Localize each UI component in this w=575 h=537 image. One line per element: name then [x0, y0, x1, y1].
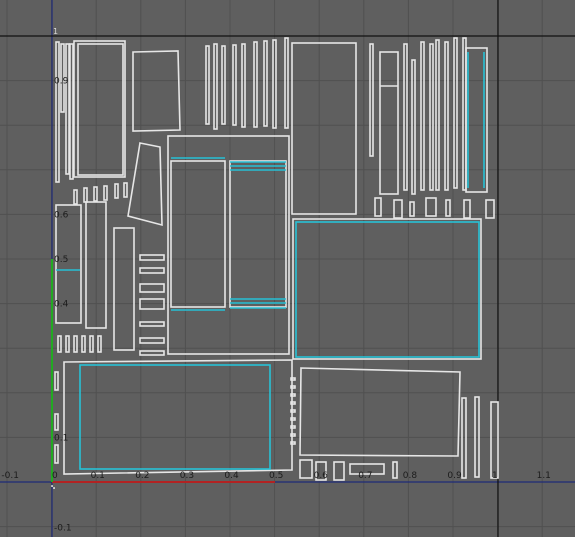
u-tick-label: 0.6 [314, 471, 329, 481]
uv-shell [445, 199, 451, 217]
uv-shell [54, 444, 59, 464]
uv-shell [127, 142, 163, 227]
uv-shell [490, 401, 499, 479]
u-tick-label: 0.9 [447, 471, 462, 481]
uv-shell [290, 425, 296, 429]
uv-shell [429, 43, 434, 191]
uv-shell [81, 335, 86, 353]
uv-shell [485, 199, 495, 219]
u-tick-label: 0.1 [91, 471, 105, 481]
uv-shell [69, 43, 74, 180]
u-tick-label: -0.1 [1, 471, 19, 481]
uv-shell [139, 283, 165, 293]
uv-shell [65, 43, 70, 175]
uv-shell [57, 335, 62, 353]
uv-shell [290, 401, 296, 405]
uv-shell [379, 51, 399, 195]
uv-shell [73, 40, 126, 178]
uv-shell [55, 41, 60, 183]
uv-shell [103, 185, 108, 201]
v-tick-label-top: 1 [53, 27, 58, 36]
uv-shell [453, 37, 458, 189]
uv-shell [167, 135, 290, 355]
uv-shell [73, 189, 78, 205]
u-tick-label: 1.1 [537, 471, 551, 481]
uv-shell [425, 197, 437, 217]
uv-shell [83, 187, 88, 203]
uv-shell [290, 433, 296, 437]
uv-shell [369, 43, 374, 157]
u-tick-label: 0.2 [135, 471, 149, 481]
uv-shell [170, 160, 226, 308]
uv-shell [232, 44, 237, 126]
uv-shell [114, 183, 119, 199]
v-tick-label: 0.5 [54, 255, 68, 265]
uv-shell [291, 42, 357, 215]
uv-shell [403, 43, 408, 191]
uv-shell [299, 459, 313, 479]
uv-shell [374, 197, 382, 217]
uv-shell [93, 186, 98, 202]
uv-shell [123, 182, 128, 198]
uv-seam-box [295, 221, 480, 358]
u-tick-label: 0.3 [180, 471, 194, 481]
v-tick-label: 0.1 [54, 433, 68, 443]
uv-shell [392, 461, 398, 479]
uv-shell [65, 335, 70, 353]
uv-shell [139, 321, 165, 327]
uv-shell [132, 50, 181, 132]
uv-shell [229, 160, 287, 308]
uv-shell [290, 377, 296, 381]
uv-shell [444, 41, 449, 191]
uv-shell [139, 267, 165, 274]
uv-shell [284, 37, 289, 129]
uv-shell [73, 335, 78, 353]
uv-shell [290, 385, 296, 389]
uv-shell [290, 417, 296, 421]
uv-shell [205, 45, 210, 125]
u-tick-label: 0 [52, 471, 58, 481]
uv-shell [290, 393, 296, 397]
uv-seam-box [79, 364, 271, 470]
uv-shell [54, 371, 59, 391]
uv-grid-canvas[interactable]: -0.1 0 0.1 0.2 0.3 0.4 0.5 0.6 0.7 0.8 0.9 1 1.1 1 0.1… [0, 0, 575, 537]
uv-shell [113, 227, 135, 351]
v-tick-label: 0.6 [54, 210, 69, 220]
uv-shell [299, 367, 461, 457]
uv-shell [213, 43, 218, 130]
uv-shell [435, 39, 440, 191]
uv-shell [393, 199, 403, 219]
u-tick-label: 1 [492, 471, 498, 481]
v-tick-label: 0.9 [54, 77, 69, 87]
uv-shell [263, 40, 268, 127]
uv-shell [139, 350, 165, 356]
uv-shell [241, 43, 246, 128]
uv-shell [463, 199, 471, 219]
uv-shell [89, 335, 94, 353]
uv-shell [54, 413, 59, 431]
v-tick-label-bottom: -0.1 [54, 524, 72, 534]
uv-shell [420, 41, 425, 191]
u-tick-label: 0.4 [224, 471, 239, 481]
uv-shell [139, 337, 165, 344]
uv-shell [221, 45, 226, 125]
uv-editor-viewport[interactable]: -0.1 0 0.1 0.2 0.3 0.4 0.5 0.6 0.7 0.8 0.9 1 1.1 1 0.1… [0, 0, 575, 537]
uv-shell [63, 359, 293, 475]
u-tick-label: 0.5 [269, 471, 283, 481]
u-tick-label: 0.8 [403, 471, 418, 481]
uv-shell [333, 461, 345, 481]
u-tick-label: 0.7 [358, 471, 372, 481]
uv-shell [253, 41, 258, 128]
v-tick-label: 0.4 [54, 300, 69, 310]
uv-shell [290, 441, 296, 445]
uv-shell [77, 43, 124, 176]
uv-shell [461, 397, 467, 479]
uv-shell [139, 254, 165, 261]
uv-shell [97, 335, 102, 353]
uv-shell [290, 409, 296, 413]
